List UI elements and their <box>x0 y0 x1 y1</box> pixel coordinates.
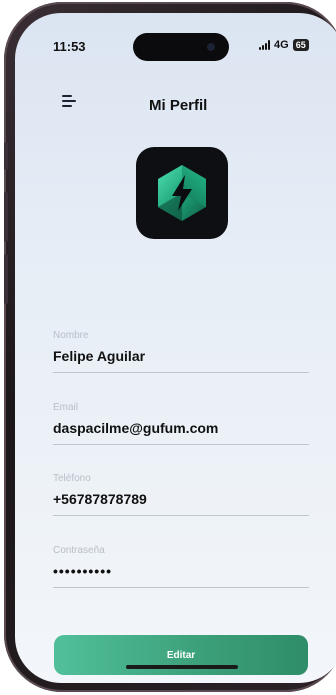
app-logo <box>136 147 228 239</box>
phone-field[interactable]: Teléfono +56787878789 <box>53 473 309 516</box>
camera-dot <box>207 43 215 51</box>
volume-down-button <box>4 254 8 304</box>
home-indicator <box>126 665 238 669</box>
page-title: Mi Perfil <box>149 97 208 114</box>
screen: 11:53 4G 65 Mi Perfil Nombre Felipe Agui… <box>15 13 336 683</box>
phone-underline <box>53 515 309 516</box>
hamburger-menu-icon[interactable] <box>62 95 76 107</box>
name-value[interactable]: Felipe Aguilar <box>53 348 309 364</box>
name-underline <box>53 372 309 373</box>
network-type: 4G <box>274 39 289 51</box>
battery-icon: 65 <box>292 39 309 51</box>
edit-button[interactable]: Editar <box>54 635 308 675</box>
password-underline <box>53 587 309 588</box>
header: Mi Perfil <box>15 83 336 114</box>
action-button <box>4 142 8 170</box>
dynamic-island <box>133 33 229 61</box>
status-time: 11:53 <box>53 39 86 54</box>
email-field[interactable]: Email daspacilme@gufum.com <box>53 402 309 445</box>
email-underline <box>53 444 309 445</box>
name-field[interactable]: Nombre Felipe Aguilar <box>53 330 309 373</box>
volume-up-button <box>4 192 8 242</box>
status-bar: 11:53 4G 65 <box>15 13 336 63</box>
signal-icon <box>259 40 270 50</box>
email-label: Email <box>53 402 79 413</box>
name-label: Nombre <box>53 330 89 341</box>
phone-label: Teléfono <box>53 473 91 484</box>
password-field[interactable]: Contraseña •••••••••• <box>53 545 309 588</box>
email-value[interactable]: daspacilme@gufum.com <box>53 420 309 436</box>
lightning-bolt-hexagon-icon <box>158 165 206 221</box>
password-label: Contraseña <box>53 545 105 556</box>
password-value[interactable]: •••••••••• <box>53 563 309 579</box>
status-indicators: 4G 65 <box>259 39 309 51</box>
phone-value[interactable]: +56787878789 <box>53 491 309 507</box>
